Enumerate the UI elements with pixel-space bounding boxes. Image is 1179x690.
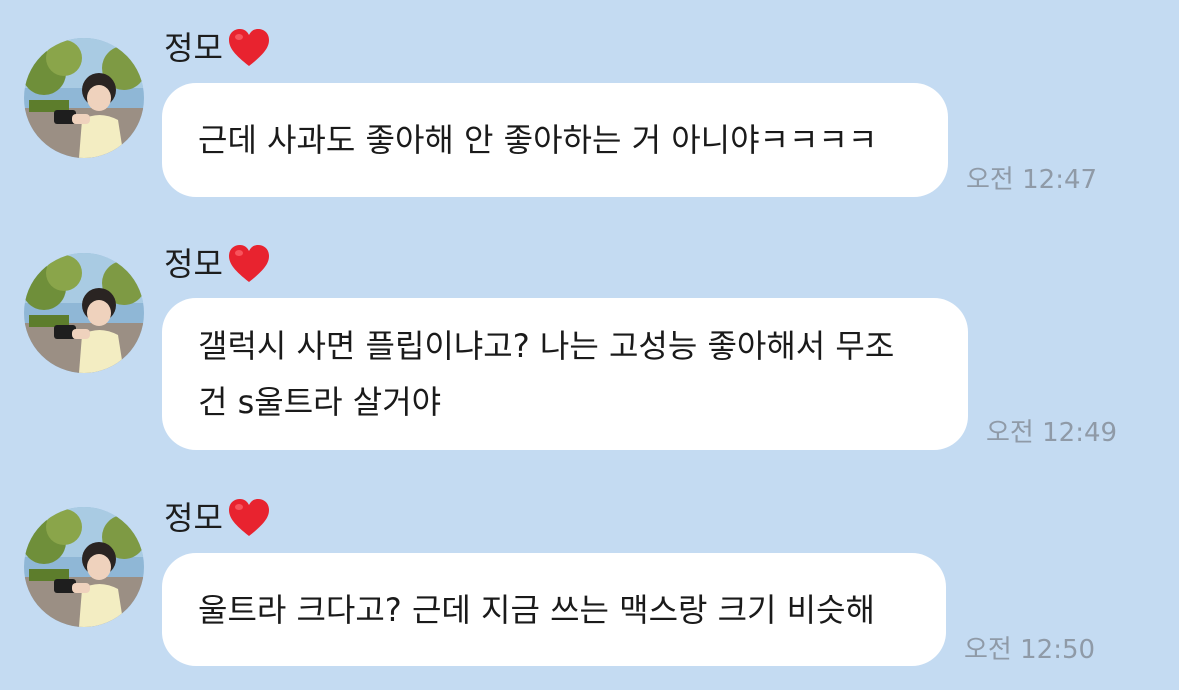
message-text: 울트라 크다고? 근데 지금 쓰는 맥스랑 크기 비슷해: [198, 590, 875, 629]
message-timestamp: 오전 12:49: [986, 418, 1118, 448]
message-timestamp: 오전 12:50: [964, 635, 1096, 665]
avatar[interactable]: [24, 507, 144, 627]
message-text: 근데 사과도 좋아해 안 좋아하는 거 아니야ㅋㅋㅋㅋ: [198, 121, 878, 159]
message-text-line: 건 s울트라 살거야: [198, 383, 442, 421]
avatar[interactable]: [24, 38, 144, 158]
red-heart-icon: [228, 245, 269, 282]
message-text: 갤럭시 사면 플립이냐고? 나는 고성능 좋아해서 무조건 s울트라 살거야: [198, 318, 894, 430]
sender-name-row: 정모: [164, 242, 271, 286]
sender-name-row: 정모: [164, 496, 271, 540]
red-heart-icon: [228, 29, 269, 66]
chat-room: 정모 근데 사과도 좋아해 안 좋아하는 거 아니야ㅋㅋㅋㅋ 오전 12:47: [0, 0, 1179, 690]
sender-name: 정모: [164, 499, 223, 537]
red-heart-icon: [228, 499, 269, 536]
sender-name: 정모: [164, 29, 223, 67]
sender-name: 정모: [164, 245, 223, 283]
avatar[interactable]: [24, 253, 144, 373]
sender-name-row: 정모: [164, 26, 271, 70]
message-bubble[interactable]: 울트라 크다고? 근데 지금 쓰는 맥스랑 크기 비슷해: [162, 553, 946, 666]
message-timestamp: 오전 12:47: [966, 165, 1098, 195]
message-text-line: 갤럭시 사면 플립이냐고? 나는 고성능 좋아해서 무조: [198, 327, 895, 365]
message-bubble[interactable]: 갤럭시 사면 플립이냐고? 나는 고성능 좋아해서 무조건 s울트라 살거야: [162, 298, 968, 450]
message-bubble[interactable]: 근데 사과도 좋아해 안 좋아하는 거 아니야ㅋㅋㅋㅋ: [162, 83, 948, 197]
